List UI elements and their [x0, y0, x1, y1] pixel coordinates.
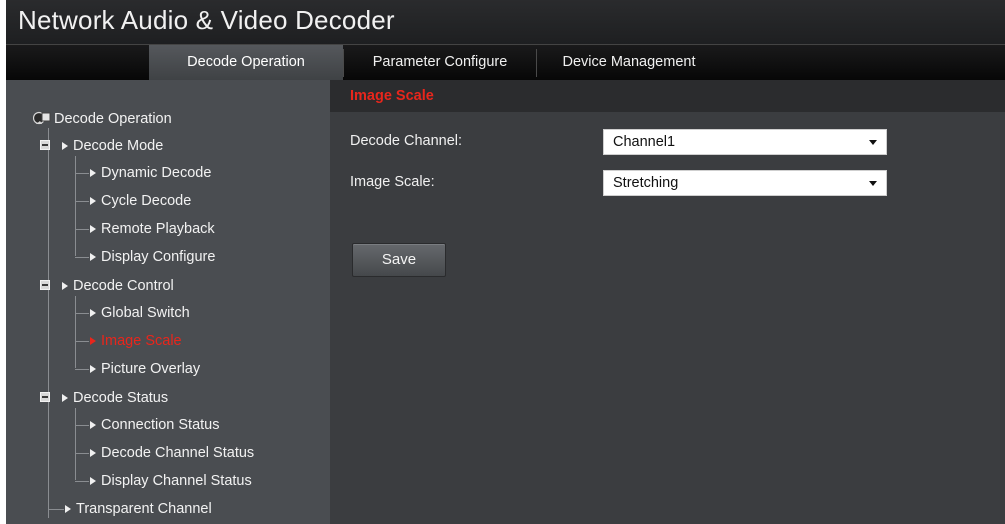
tree-connector: [75, 156, 76, 256]
tree-item-label: Image Scale: [101, 333, 182, 349]
tree-item-dynamic-decode[interactable]: Dynamic Decode: [90, 163, 211, 183]
caret-right-icon: [62, 394, 68, 402]
caret-right-icon: [90, 225, 96, 233]
tree-item-label: Global Switch: [101, 305, 190, 321]
tree-item-label: Display Configure: [101, 249, 216, 265]
tree-item-label: Transparent Channel: [76, 501, 212, 517]
tree-connector: [75, 453, 89, 454]
tree-item-label: Connection Status: [101, 417, 220, 433]
tree-group-label: Decode Mode: [73, 138, 164, 154]
section-header: Image Scale: [330, 80, 1005, 112]
dropdown-arrow-icon: [869, 181, 877, 186]
tree-group-decode-status[interactable]: Decode Status: [62, 388, 168, 408]
main-content: Image Scale Decode Channel: Channel1 Ima…: [330, 80, 1005, 524]
tree-connector: [75, 313, 89, 314]
app-title: Network Audio & Video Decoder: [18, 5, 395, 35]
save-button[interactable]: Save: [352, 243, 446, 277]
collapse-toggle[interactable]: [40, 140, 50, 150]
tree-group-label: Decode Control: [73, 278, 174, 294]
menu-parameter-configure[interactable]: Parameter Configure: [344, 45, 536, 80]
tree-item-global-switch[interactable]: Global Switch: [90, 303, 190, 323]
tree-connector: [75, 369, 89, 370]
tree-item-label: Cycle Decode: [101, 193, 192, 209]
tree-root-label: Decode Operation: [54, 111, 172, 127]
tree-item-label: Remote Playback: [101, 221, 215, 237]
caret-right-icon: [62, 282, 68, 290]
collapse-toggle[interactable]: [40, 280, 50, 290]
tree-connector: [75, 481, 89, 482]
page-title: Image Scale: [350, 88, 434, 104]
decode-channel-select[interactable]: Channel1: [603, 129, 887, 155]
tree-group-decode-control[interactable]: Decode Control: [62, 276, 174, 296]
tree-item-remote-playback[interactable]: Remote Playback: [90, 219, 215, 239]
tree-root-decode-operation[interactable]: Decode Operation: [54, 109, 172, 129]
tree-item-display-configure[interactable]: Display Configure: [90, 247, 215, 267]
caret-right-icon: [90, 365, 96, 373]
menu-decode-operation[interactable]: Decode Operation: [149, 45, 343, 80]
caret-right-icon: [65, 505, 71, 513]
tree-item-label: Display Channel Status: [101, 473, 252, 489]
tree-connector: [75, 296, 76, 368]
decode-channel-label: Decode Channel:: [350, 133, 463, 149]
tree-item-label: Picture Overlay: [101, 361, 201, 377]
tree-item-image-scale[interactable]: Image Scale: [90, 331, 182, 351]
tree-group-decode-mode[interactable]: Decode Mode: [62, 136, 163, 156]
caret-right-icon: [90, 169, 96, 177]
tree-item-connection-status[interactable]: Connection Status: [90, 415, 220, 435]
dropdown-arrow-icon: [869, 140, 877, 145]
tree-item-cycle-decode[interactable]: Cycle Decode: [90, 191, 191, 211]
tree-connector: [75, 341, 89, 342]
tree-group-label: Decode Status: [73, 390, 169, 406]
tree-connector: [75, 229, 89, 230]
tree-item-label: Dynamic Decode: [101, 165, 212, 181]
tree-connector: [75, 201, 89, 202]
collapse-toggle[interactable]: [40, 392, 50, 402]
caret-right-icon: [90, 253, 96, 261]
caret-right-icon: [90, 449, 96, 457]
image-scale-select[interactable]: Stretching: [603, 170, 887, 196]
main-menu-bar: Decode Operation Parameter Configure Dev…: [6, 44, 1005, 80]
image-scale-label: Image Scale:: [350, 174, 435, 190]
tree-item-label: Decode Channel Status: [101, 445, 255, 461]
title-bar: Network Audio & Video Decoder: [6, 0, 1005, 44]
tree-connector: [48, 128, 49, 518]
caret-right-icon: [90, 309, 96, 317]
image-scale-value: Stretching: [613, 175, 679, 191]
tree-item-display-channel-status[interactable]: Display Channel Status: [90, 471, 252, 491]
tree-item-picture-overlay[interactable]: Picture Overlay: [90, 359, 200, 379]
tree-connector: [75, 425, 89, 426]
caret-right-icon: [62, 142, 68, 150]
caret-right-icon: [90, 421, 96, 429]
app-window: Network Audio & Video Decoder Decode Ope…: [6, 0, 1005, 524]
menu-device-management[interactable]: Device Management: [537, 45, 721, 80]
tree-connector: [75, 408, 76, 480]
tree-connector: [75, 257, 89, 258]
caret-right-icon: [90, 477, 96, 485]
caret-right-icon: [90, 197, 96, 205]
tree-item-decode-channel-status[interactable]: Decode Channel Status: [90, 443, 254, 463]
decode-channel-value: Channel1: [613, 134, 676, 150]
tree-connector: [75, 173, 89, 174]
caret-right-icon: [90, 337, 96, 345]
tree-connector: [48, 509, 64, 510]
tree-item-transparent-channel[interactable]: Transparent Channel: [65, 499, 212, 519]
navigation-tree: Decode Operation Decode Mode Dynamic Dec…: [6, 80, 330, 524]
decoder-icon: [33, 111, 51, 125]
